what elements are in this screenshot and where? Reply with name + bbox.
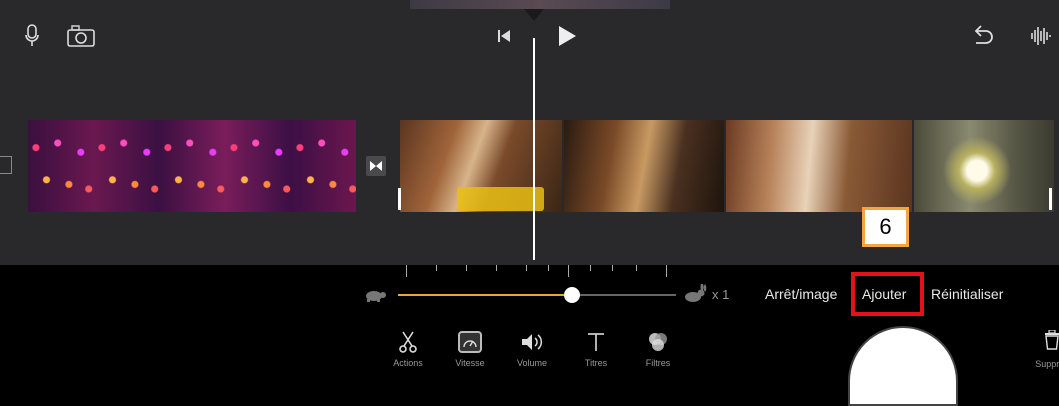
add-button-highlight — [851, 272, 924, 316]
speed-slider-track — [572, 294, 676, 296]
tool-filters[interactable]: Filtres — [628, 330, 688, 368]
turtle-icon — [362, 286, 388, 304]
speedometer-icon — [458, 331, 482, 353]
reset-button[interactable]: Réinitialiser — [931, 286, 1003, 302]
clip-trim-handle-left[interactable] — [398, 188, 401, 210]
tool-label: Filtres — [645, 358, 671, 368]
delete-label: Supprim — [1035, 359, 1059, 369]
top-video-preview-strip — [410, 0, 670, 9]
speaker-icon — [502, 330, 562, 354]
speed-slider-fill — [398, 294, 572, 296]
fx-clip[interactable] — [28, 120, 356, 212]
microphone-icon[interactable] — [22, 23, 42, 49]
undo-icon[interactable] — [970, 24, 996, 48]
audio-waveform-icon[interactable] — [1026, 24, 1054, 48]
video-clip[interactable] — [726, 120, 912, 212]
speed-slider-knob[interactable] — [564, 287, 580, 303]
tool-titles[interactable]: Titres — [566, 330, 626, 368]
tool-volume[interactable]: Volume — [502, 330, 562, 368]
tool-label: Titres — [584, 358, 608, 368]
title-t-icon — [566, 330, 626, 354]
step-number-callout: 6 — [862, 207, 909, 247]
play-icon[interactable] — [556, 24, 578, 48]
tool-actions[interactable]: Actions — [378, 330, 438, 368]
transition-button[interactable] — [366, 156, 386, 176]
delete-button[interactable]: Supprim — [1032, 329, 1059, 369]
trash-icon — [1032, 329, 1059, 355]
tool-label: Vitesse — [455, 358, 485, 368]
tool-label: Volume — [516, 358, 548, 368]
playhead-marker — [524, 9, 544, 21]
tool-label: Actions — [393, 358, 423, 368]
rabbit-icon — [682, 283, 708, 305]
filters-icon — [628, 330, 688, 354]
video-clip[interactable] — [564, 120, 724, 212]
skip-back-icon[interactable] — [496, 28, 512, 44]
playhead — [533, 38, 535, 260]
tool-speed[interactable]: Vitesse — [440, 330, 500, 368]
video-clip[interactable] — [914, 120, 1054, 212]
speed-value-label: x 1 — [712, 287, 730, 302]
left-edge-handle[interactable] — [0, 156, 12, 174]
tapping-finger-illustration — [848, 326, 958, 406]
speed-range-selection[interactable] — [457, 187, 544, 211]
clip-trim-handle-right[interactable] — [1049, 188, 1052, 210]
freeze-frame-button[interactable]: Arrêt/image — [765, 286, 837, 302]
speed-range-ruler — [400, 265, 672, 279]
scissors-icon — [378, 330, 438, 354]
camera-icon[interactable] — [66, 24, 96, 48]
